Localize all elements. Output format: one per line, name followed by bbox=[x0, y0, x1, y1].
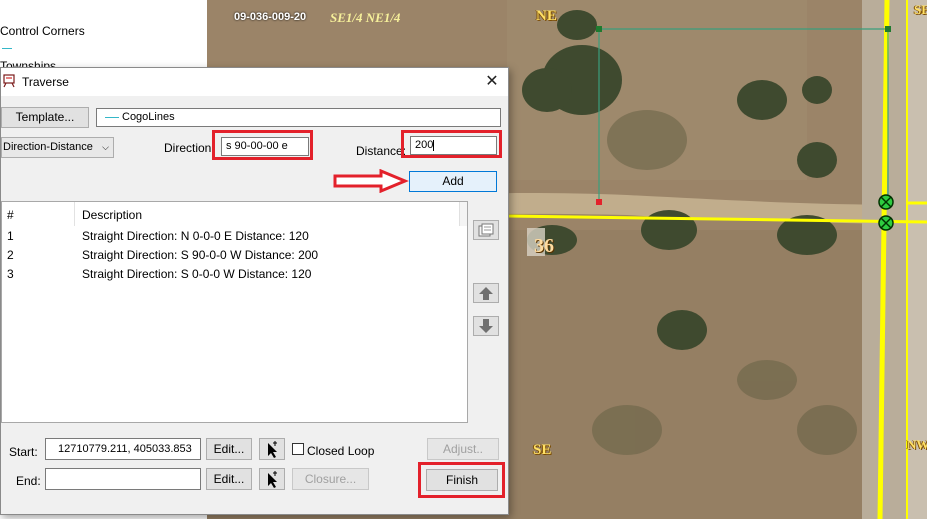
red-arrow-icon bbox=[333, 169, 409, 193]
close-icon[interactable]: ✕ bbox=[485, 73, 498, 90]
corner-label-se-edge: SE bbox=[914, 2, 927, 17]
section-label: SE1/4 NE1/4 bbox=[330, 10, 401, 25]
arrow-down-icon bbox=[479, 319, 493, 333]
move-down-button[interactable] bbox=[473, 316, 499, 336]
closed-loop-checkbox[interactable] bbox=[292, 443, 304, 455]
close-button[interactable]: ✕ bbox=[476, 68, 508, 96]
row-description: Straight Direction: S 90-0-0 W Distance:… bbox=[82, 248, 319, 262]
parcel-id-label: 09-036-009-20 bbox=[234, 11, 307, 23]
row-number: 2 bbox=[7, 248, 14, 262]
mode-select[interactable]: Direction-Distance ⌵ bbox=[1, 137, 114, 158]
list-item[interactable]: 3 Straight Direction: S 0-0-0 W Distance… bbox=[2, 267, 462, 286]
corner-label-nw-edge: NW bbox=[907, 437, 927, 452]
start-label: Start: bbox=[9, 445, 38, 459]
properties-icon bbox=[478, 223, 494, 237]
list-item[interactable]: 1 Straight Direction: N 0-0-0 E Distance… bbox=[2, 229, 462, 248]
dialog-title: Traverse bbox=[22, 75, 69, 89]
traverse-icon bbox=[3, 74, 15, 88]
row-number: 3 bbox=[7, 267, 14, 281]
row-number: 1 bbox=[7, 229, 14, 243]
template-button[interactable]: Template... bbox=[1, 107, 89, 128]
corner-label-ne: NE bbox=[536, 8, 557, 24]
list-item[interactable]: 2 Straight Direction: S 90-0-0 W Distanc… bbox=[2, 248, 462, 267]
closed-loop-label: Closed Loop bbox=[307, 444, 375, 458]
pointer-icon bbox=[268, 471, 277, 488]
section-number-label: 36 bbox=[534, 235, 554, 257]
dialog-titlebar[interactable]: Traverse ✕ bbox=[1, 68, 508, 96]
toc-item-control-corners[interactable]: Control Corners bbox=[0, 24, 85, 38]
add-button[interactable]: Add bbox=[409, 171, 497, 192]
chevron-down-icon: ⌵ bbox=[102, 142, 109, 152]
direction-label: Direction: bbox=[164, 141, 215, 155]
move-up-button[interactable] bbox=[473, 283, 499, 303]
corner-label-se: SE bbox=[533, 442, 552, 458]
list-scrollbar[interactable] bbox=[459, 202, 467, 226]
mode-select-value: Direction-Distance bbox=[3, 141, 93, 153]
column-header-description[interactable]: Description bbox=[82, 208, 142, 222]
traverse-course-list[interactable]: # Description 1 Straight Direction: N 0-… bbox=[1, 201, 468, 423]
distance-label: Distance: bbox=[356, 144, 407, 158]
column-separator bbox=[74, 202, 75, 226]
distance-highlight bbox=[401, 130, 502, 158]
end-pick-button[interactable] bbox=[259, 468, 285, 490]
arrow-up-icon bbox=[479, 287, 493, 300]
template-value: CogoLines bbox=[122, 111, 175, 123]
finish-highlight bbox=[418, 462, 505, 498]
traverse-dialog: Traverse ✕ Template... CogoLines Directi… bbox=[0, 67, 509, 515]
legend-swatch bbox=[2, 48, 12, 49]
row-description: Straight Direction: N 0-0-0 E Distance: … bbox=[82, 229, 309, 243]
properties-button[interactable] bbox=[473, 220, 499, 240]
row-description: Straight Direction: S 0-0-0 W Distance: … bbox=[82, 267, 312, 281]
adjust-button[interactable]: Adjust.. bbox=[427, 438, 499, 460]
start-coordinates-field[interactable]: 12710779.211, 405033.853 bbox=[45, 438, 201, 460]
end-label: End: bbox=[16, 474, 41, 488]
template-field[interactable]: CogoLines bbox=[96, 108, 501, 127]
line-symbol-icon bbox=[105, 116, 119, 118]
column-header-number[interactable]: # bbox=[7, 208, 14, 222]
start-pick-button[interactable] bbox=[259, 438, 285, 460]
end-edit-button[interactable]: Edit... bbox=[206, 468, 252, 490]
pointer-icon bbox=[268, 441, 277, 458]
start-edit-button[interactable]: Edit... bbox=[206, 438, 252, 460]
closure-button[interactable]: Closure... bbox=[292, 468, 369, 490]
end-coordinates-field[interactable] bbox=[45, 468, 201, 490]
direction-highlight bbox=[212, 130, 313, 160]
